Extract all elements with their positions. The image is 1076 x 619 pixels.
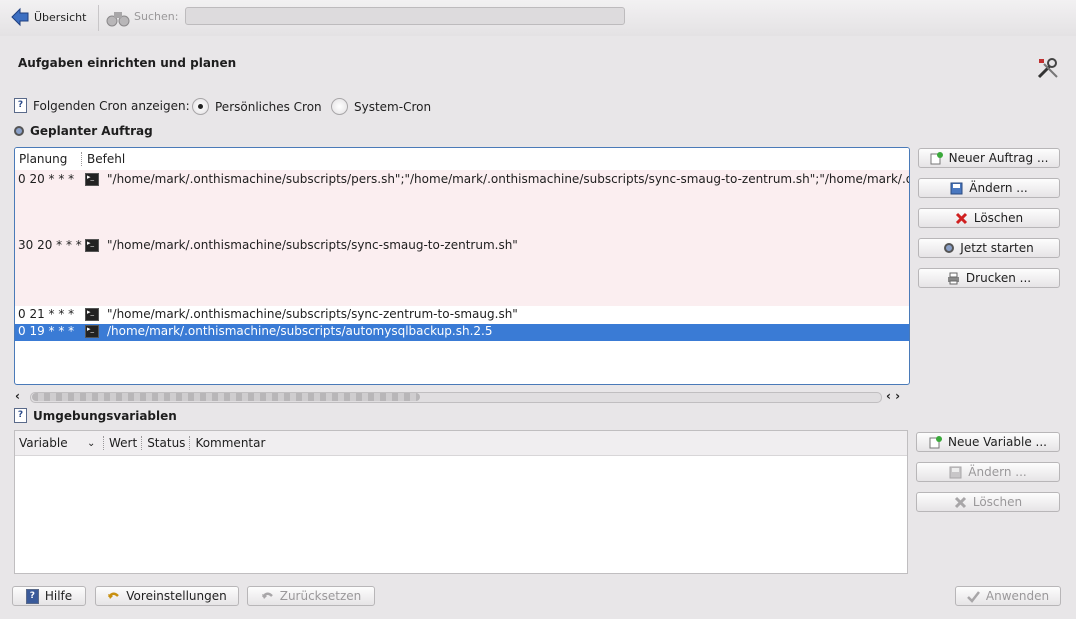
scroll-right-arrow-icon[interactable]: ‹ › <box>886 389 900 403</box>
edit-job-label: Ändern ... <box>969 181 1028 195</box>
column-separator <box>81 152 83 166</box>
back-arrow-icon <box>11 7 29 27</box>
env-table[interactable]: Variable ⌄ Wert Status Kommentar <box>14 430 908 574</box>
column-separator <box>141 436 143 450</box>
table-row[interactable]: 0 21 * * * "/home/mark/.onthismachine/su… <box>15 306 909 324</box>
column-separator <box>103 436 105 450</box>
col-wert[interactable]: Wert <box>109 436 137 450</box>
chevron-down-icon[interactable]: ⌄ <box>87 438 99 449</box>
new-document-icon <box>929 435 942 448</box>
new-job-button[interactable]: Neuer Auftrag ... <box>918 148 1060 168</box>
tools-icon <box>1037 58 1058 79</box>
print-label: Drucken ... <box>965 271 1032 285</box>
col-variable[interactable]: Variable <box>19 436 87 450</box>
radio-personal-cron[interactable]: Persönliches Cron <box>192 98 322 115</box>
command-cell: "/home/mark/.onthismachine/subscripts/sy… <box>107 307 518 321</box>
new-variable-label: Neue Variable ... <box>947 435 1047 449</box>
col-planung[interactable]: Planung <box>19 152 77 166</box>
command-cell: "/home/mark/.onthismachine/subscripts/sy… <box>107 238 518 252</box>
terminal-icon <box>85 325 99 338</box>
command-cell: "/home/mark/.onthismachine/subscripts/pe… <box>107 172 910 186</box>
toolbar-separator <box>98 5 99 31</box>
new-document-icon <box>930 151 943 164</box>
radio-system-label: System-Cron <box>354 99 432 114</box>
help-label: Hilfe <box>44 589 73 603</box>
checkmark-icon <box>966 590 980 603</box>
cron-selector-label: Folgenden Cron anzeigen: <box>33 98 190 113</box>
help-icon: ? <box>14 98 27 113</box>
scrollbar-thumb[interactable] <box>32 393 420 401</box>
printer-icon <box>947 272 959 284</box>
new-variable-button[interactable]: Neue Variable ... <box>916 432 1060 452</box>
gear-icon <box>14 126 24 136</box>
apply-button[interactable]: Anwenden <box>955 586 1061 606</box>
delete-variable-button[interactable]: Löschen <box>916 492 1060 512</box>
back-button-label: Übersicht <box>34 10 87 24</box>
edit-variable-label: Ändern ... <box>968 465 1027 479</box>
delete-job-button[interactable]: Löschen <box>918 208 1060 228</box>
jobs-table[interactable]: Planung Befehl 0 20 * * * "/home/mark/.o… <box>14 147 910 385</box>
col-befehl[interactable]: Befehl <box>87 152 125 166</box>
table-row[interactable]: 30 20 * * * "/home/mark/.onthismachine/s… <box>15 238 909 306</box>
defaults-button[interactable]: Voreinstellungen <box>95 586 239 606</box>
run-now-label: Jetzt starten <box>960 241 1034 255</box>
terminal-icon <box>85 308 99 321</box>
env-table-header: Variable ⌄ Wert Status Kommentar <box>15 431 907 456</box>
reset-label: Zurücksetzen <box>279 589 362 603</box>
col-status[interactable]: Status <box>147 436 185 450</box>
save-icon <box>950 182 963 194</box>
undo-arrow-icon <box>261 592 273 599</box>
search-label: Suchen: <box>134 10 179 23</box>
radio-unchecked-icon <box>331 98 348 115</box>
delete-variable-label: Löschen <box>972 495 1023 509</box>
new-job-label: Neuer Auftrag ... <box>948 151 1049 165</box>
help-button[interactable]: ? Hilfe <box>12 586 86 606</box>
run-gear-icon <box>944 243 955 253</box>
delete-icon <box>954 496 966 508</box>
schedule-cell: 0 20 * * * <box>18 172 75 186</box>
binoculars-icon <box>106 12 130 27</box>
table-row-selected[interactable]: 0 19 * * * /home/mark/.onthismachine/sub… <box>15 324 909 341</box>
search-input[interactable] <box>185 7 625 25</box>
undo-arrow-icon <box>108 592 120 599</box>
schedule-cell: 0 21 * * * <box>18 307 75 321</box>
edit-variable-button[interactable]: Ändern ... <box>916 462 1060 482</box>
print-button[interactable]: Drucken ... <box>918 268 1060 288</box>
terminal-icon <box>85 173 99 186</box>
jobs-section: Geplanter Auftrag <box>14 124 153 138</box>
jobs-section-title: Geplanter Auftrag <box>30 124 153 138</box>
column-separator <box>189 436 191 450</box>
save-icon <box>949 466 962 478</box>
env-section-title: Umgebungsvariablen <box>33 408 177 423</box>
col-kommentar[interactable]: Kommentar <box>195 436 265 450</box>
schedule-cell: 0 19 * * * <box>18 324 75 338</box>
terminal-icon <box>85 239 99 252</box>
edit-job-button[interactable]: Ändern ... <box>918 178 1060 198</box>
delete-job-label: Löschen <box>973 211 1024 225</box>
page-title: Aufgaben einrichten und planen <box>18 56 237 70</box>
defaults-label: Voreinstellungen <box>126 589 227 603</box>
back-button[interactable]: Übersicht <box>10 5 86 29</box>
help-icon: ? <box>14 408 27 423</box>
delete-icon <box>955 212 967 224</box>
cron-selector: ? Folgenden Cron anzeigen: <box>14 98 190 113</box>
run-now-button[interactable]: Jetzt starten <box>918 238 1060 258</box>
radio-personal-label: Persönliches Cron <box>215 99 322 114</box>
radio-system-cron[interactable]: System-Cron <box>331 98 431 115</box>
radio-checked-icon <box>192 98 209 115</box>
env-section: ? Umgebungsvariablen <box>14 408 177 423</box>
table-row[interactable]: 0 20 * * * "/home/mark/.onthismachine/su… <box>15 170 909 238</box>
reset-button[interactable]: Zurücksetzen <box>247 586 375 606</box>
scroll-left-arrow-icon[interactable]: ‹ <box>15 389 20 403</box>
jobs-table-header: Planung Befehl <box>15 148 909 170</box>
apply-label: Anwenden <box>985 589 1050 603</box>
help-icon: ? <box>25 588 39 604</box>
command-cell: /home/mark/.onthismachine/subscripts/aut… <box>107 324 493 338</box>
schedule-cell: 30 20 * * * <box>18 238 82 252</box>
